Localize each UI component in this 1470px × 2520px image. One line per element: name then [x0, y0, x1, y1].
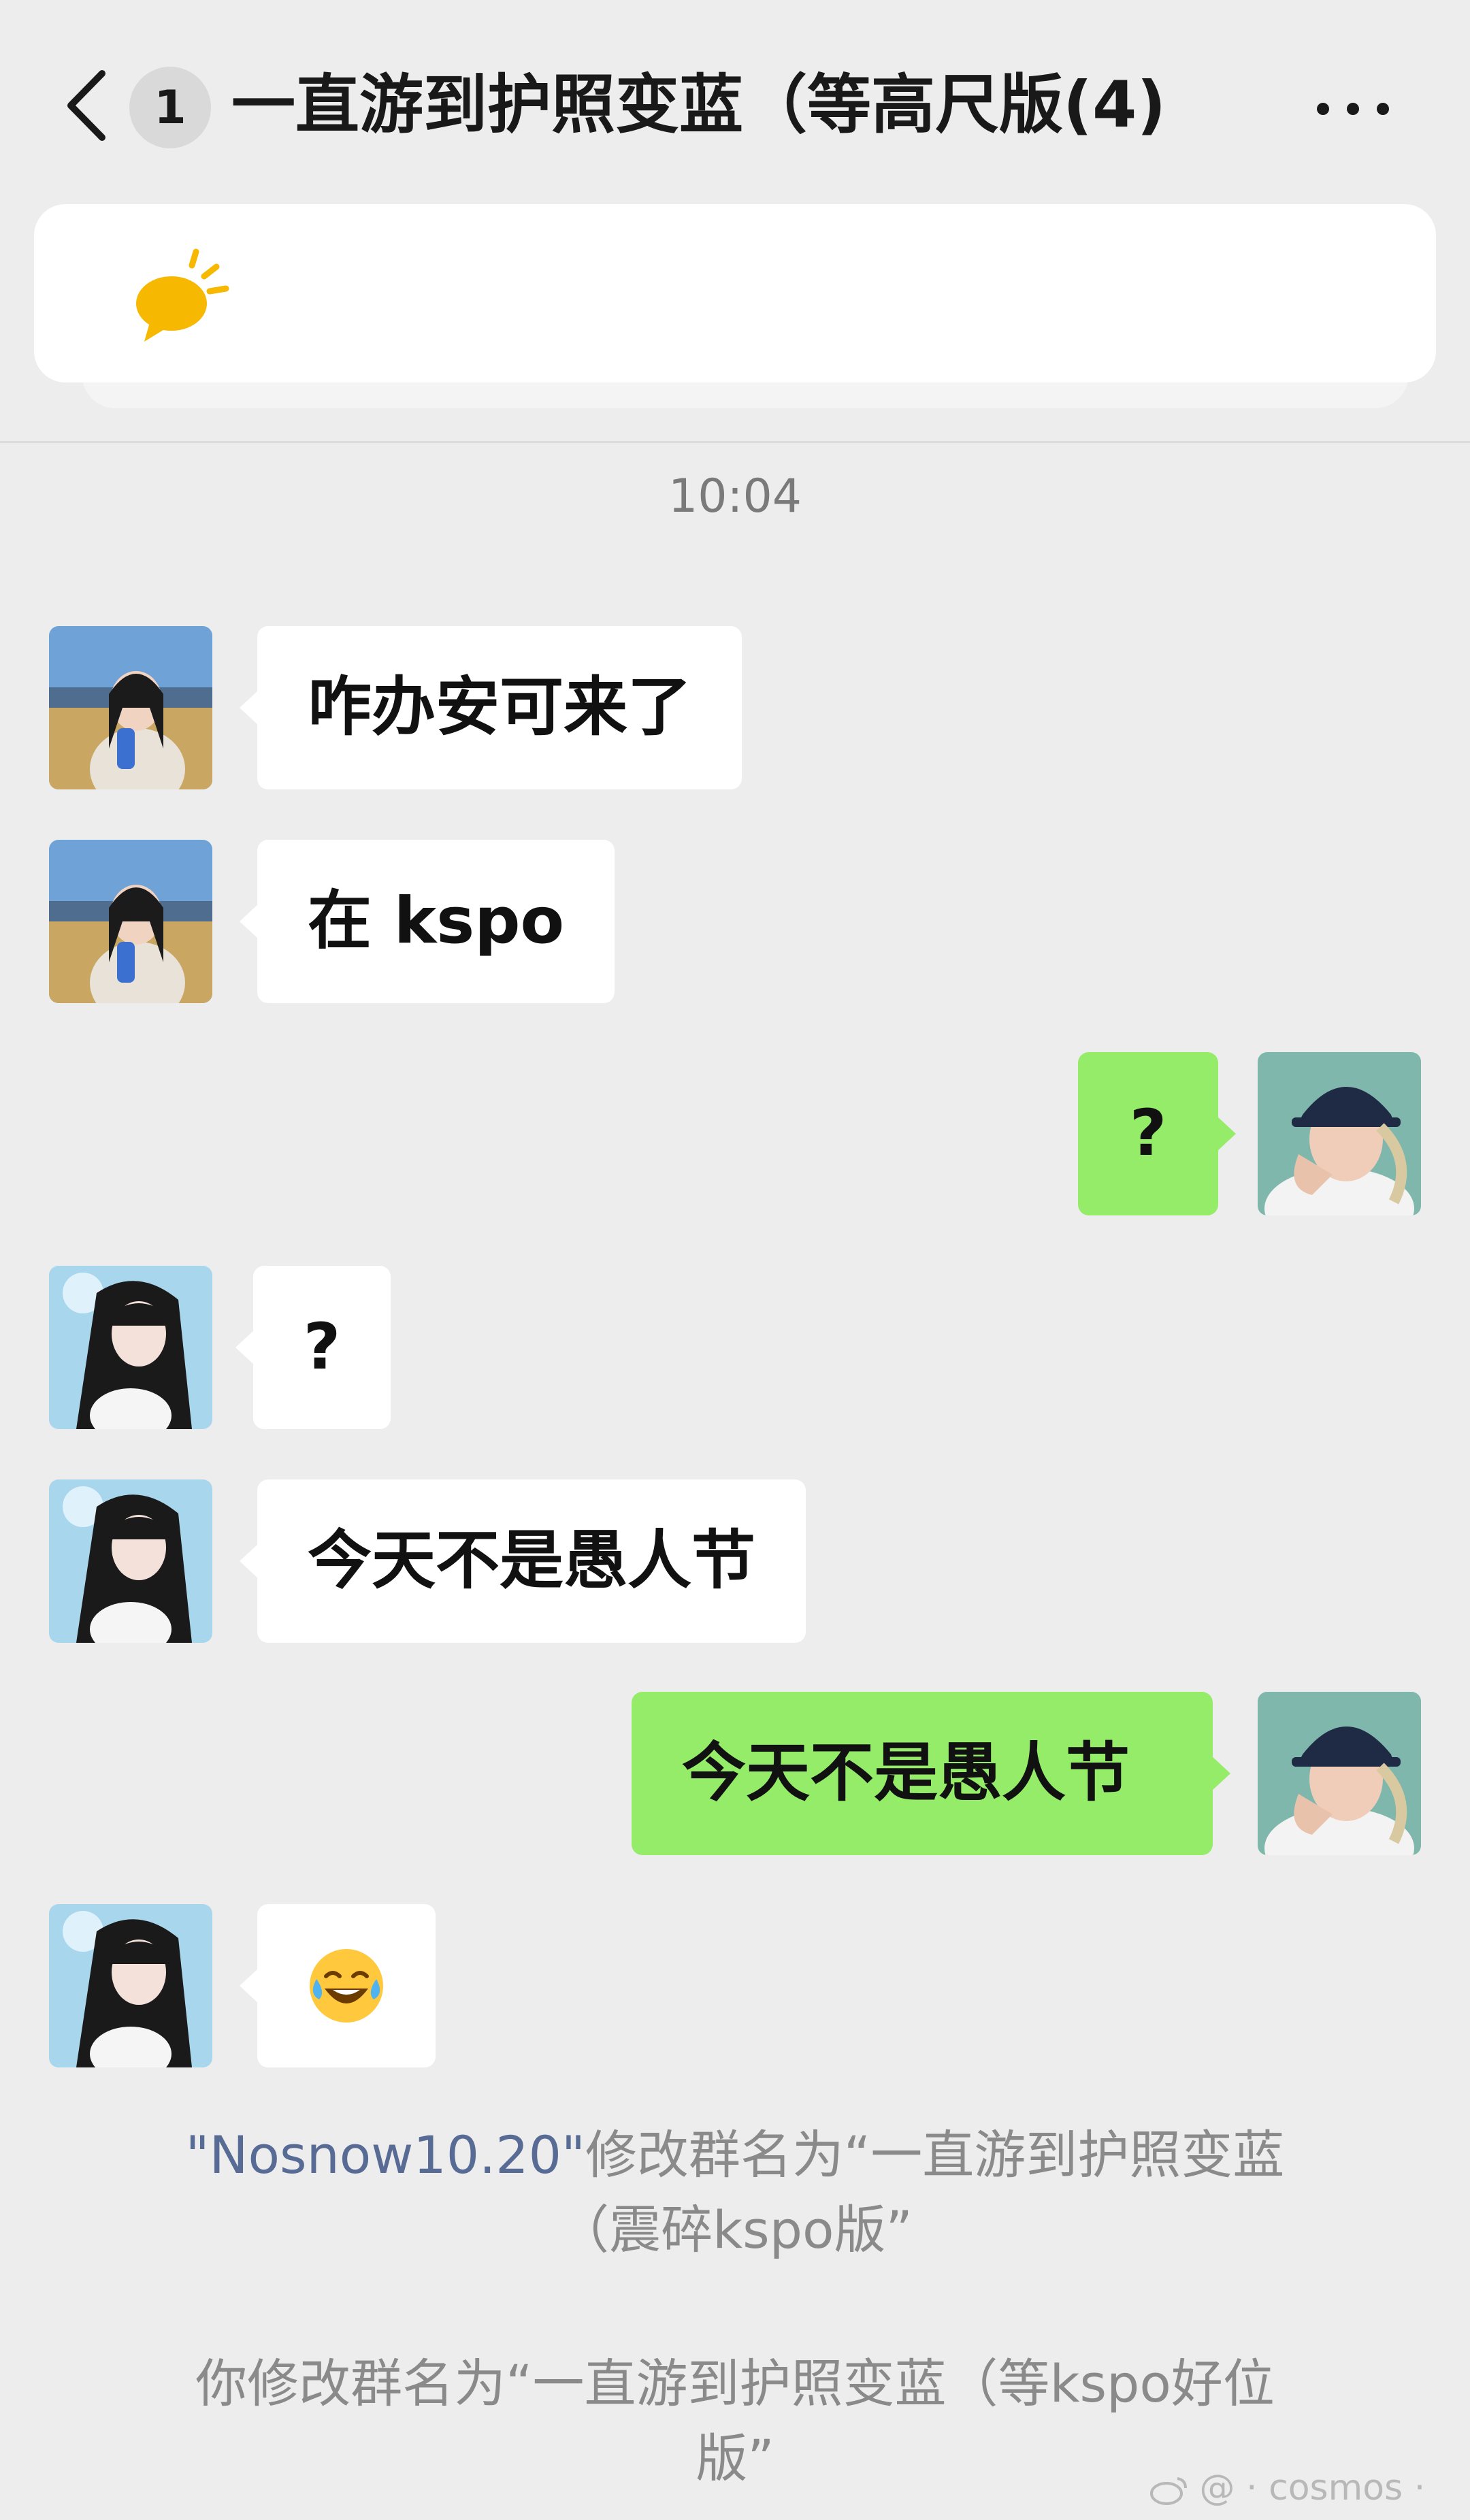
unread-count-badge[interactable]: 1: [129, 67, 211, 148]
chat-title: 一直游到护照变蓝（等高尺版(4): [231, 68, 1166, 142]
weibo-logo-icon: [1150, 2477, 1187, 2505]
weibo-watermark: @ · cosmos ·: [1150, 2461, 1463, 2515]
megaphone-icon: [136, 248, 229, 342]
message-bubble-incoming[interactable]: [240, 1904, 436, 2067]
avatar-me-cap[interactable]: [1258, 1692, 1421, 1855]
system-rename-notice: "Nosnow10.20"修改群名为“一直游到护照变蓝: [68, 2118, 1402, 2193]
chat-header: 1 一直游到护照变蓝（等高尺版(4): [0, 0, 1470, 204]
back-arrow-icon[interactable]: [63, 68, 110, 143]
member-name-link[interactable]: "Nosnow10.20": [186, 2125, 585, 2185]
avatar-girl-field[interactable]: [49, 840, 212, 1003]
tears-of-joy-emoji-icon: [310, 1949, 383, 2023]
chat-screen: 1 一直游到护照变蓝（等高尺版(4) 10:04 咋办安可来了 在 kspo ?…: [0, 0, 1470, 2520]
message-bubble-incoming[interactable]: ?: [235, 1266, 391, 1429]
system-rename-notice-self: 你修改群名为“一直游到护照变蓝（等kspo好位: [195, 2353, 1275, 2414]
avatar-girl-longhair[interactable]: [49, 1479, 212, 1643]
watermark-text: @ · cosmos ·: [1199, 2468, 1426, 2508]
system-text: 修改群名为“一直游到护照变蓝: [585, 2125, 1285, 2185]
avatar-girl-longhair[interactable]: [49, 1266, 212, 1429]
more-options-icon[interactable]: [1312, 95, 1394, 122]
avatar-me-cap[interactable]: [1258, 1052, 1421, 1215]
system-rename-notice-cont: （震碎kspo版”: [557, 2199, 913, 2260]
header-divider: [0, 441, 1470, 443]
message-bubble-incoming[interactable]: 在 kspo: [239, 840, 615, 1003]
message-bubble-outgoing[interactable]: 今天不是愚人节: [632, 1692, 1230, 1855]
message-bubble-outgoing[interactable]: ?: [1078, 1052, 1236, 1215]
message-bubble-incoming[interactable]: 咋办安可来了: [239, 626, 742, 789]
avatar-girl-longhair[interactable]: [49, 1904, 212, 2067]
message-timestamp: 10:04: [668, 470, 802, 523]
group-notice-card[interactable]: [34, 204, 1436, 382]
message-bubble-incoming[interactable]: 今天不是愚人节: [239, 1479, 806, 1643]
avatar-girl-field[interactable]: [49, 626, 212, 789]
